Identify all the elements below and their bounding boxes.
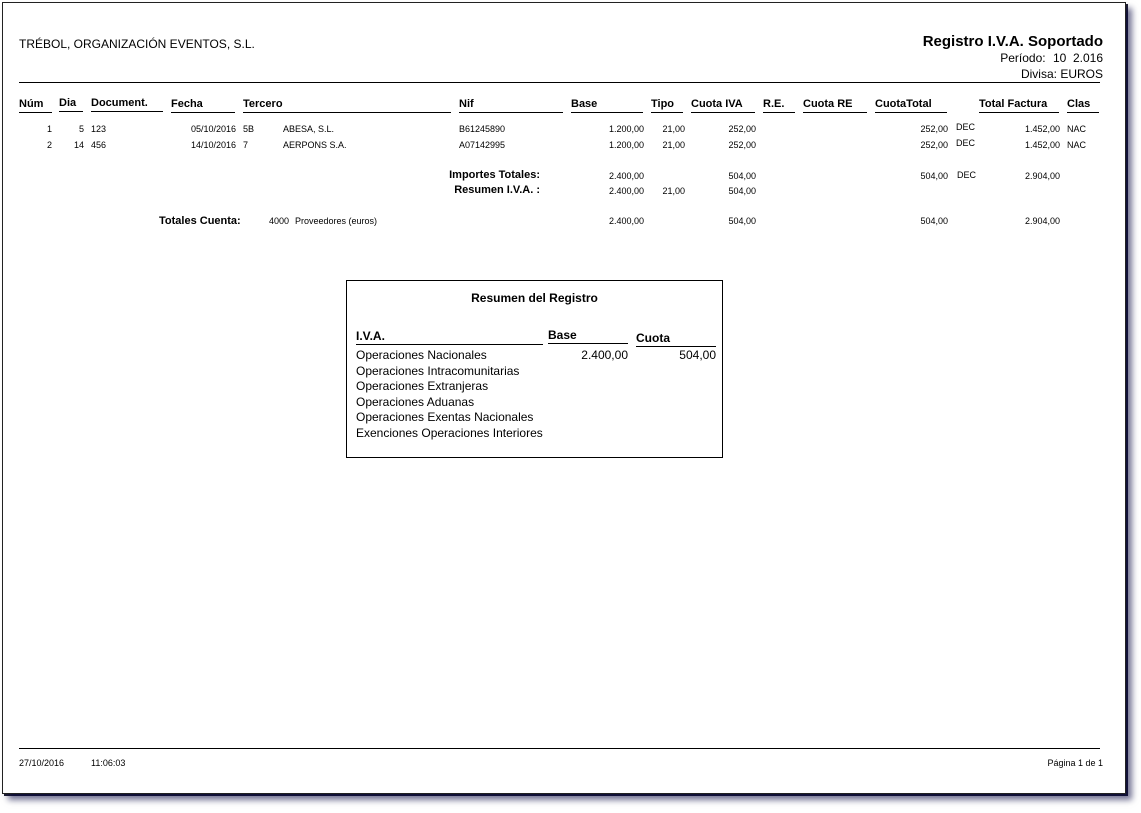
- col-num: Núm: [19, 98, 44, 110]
- summary-col-iva: I.V.A.: [356, 329, 385, 343]
- periodo: Período: 10 2.016: [1000, 51, 1103, 65]
- col-cuota-iva: Cuota IVA: [691, 98, 743, 110]
- col-document: Document.: [91, 97, 148, 109]
- divisa: Divisa: EUROS: [1021, 67, 1103, 81]
- summary-row-cuota: 504,00: [679, 348, 716, 362]
- cell-cod: 5B: [243, 124, 255, 134]
- col-nif: Nif: [459, 98, 474, 110]
- col-re: R.E.: [763, 98, 785, 110]
- summary-row-label: Operaciones Extranjeras: [356, 379, 489, 393]
- report-page: TRÉBOL, ORGANIZACIÓN EVENTOS, S.L. Regis…: [2, 2, 1126, 794]
- cell-base: 1.200,00: [608, 140, 644, 150]
- footer-time: 11:06:03: [91, 758, 126, 768]
- resumen-iva-cuota: 504,00: [728, 186, 756, 196]
- summary-row-label: Exenciones Operaciones Interiores: [356, 426, 543, 440]
- summary-row-base: 2.400,00: [581, 348, 628, 362]
- footer-page: Página 1 de 1: [1047, 758, 1103, 768]
- cell-dia: 5: [78, 124, 84, 134]
- importes-cuota-total: 504,00: [920, 171, 948, 181]
- col-cuota-total: CuotaTotal: [875, 98, 932, 110]
- summary-row-label: Operaciones Exentas Nacionales: [356, 410, 534, 424]
- totales-cuenta-label: Totales Cuenta:: [159, 215, 241, 227]
- summary-col-cuota: Cuota: [636, 331, 670, 345]
- importes-totales-label: Importes Totales:: [449, 169, 540, 181]
- summary-col-base: Base: [548, 328, 577, 342]
- col-tipo: Tipo: [651, 98, 675, 110]
- cell-total-factura: 1.452,00: [1024, 140, 1060, 150]
- col-tercero: Tercero: [243, 98, 283, 110]
- cell-clas: NAC: [1067, 124, 1087, 134]
- summary-box: Resumen del Registro I.V.A. Base Cuota O…: [346, 280, 723, 458]
- col-clas: Clas: [1067, 98, 1091, 110]
- cell-nif: A07142995: [459, 140, 506, 150]
- cell-dec: DEC: [956, 138, 976, 148]
- footer-date: 27/10/2016: [19, 758, 65, 768]
- cell-tipo: 21,00: [662, 124, 685, 134]
- totales-cuenta-descripcion: Proveedores (euros): [295, 216, 378, 226]
- totales-cuenta-base: 2.400,00: [608, 216, 644, 226]
- summary-title: Resumen del Registro: [471, 291, 598, 305]
- importes-dec: DEC: [957, 170, 977, 180]
- cell-dec: DEC: [956, 122, 976, 132]
- totales-cuenta-total-factura: 2.904,00: [1024, 216, 1060, 226]
- cell-doc: 123: [91, 124, 107, 134]
- importes-cuota-iva: 504,00: [728, 171, 756, 181]
- col-total-factura: Total Factura: [979, 98, 1048, 110]
- divisa-value: EUROS: [1060, 67, 1103, 81]
- cell-fecha: 05/10/2016: [190, 124, 236, 134]
- cell-base: 1.200,00: [608, 124, 644, 134]
- importes-total-factura: 2.904,00: [1024, 171, 1060, 181]
- cell-tercero: AERPONS S.A.: [283, 140, 347, 150]
- cell-tercero: ABESA, S.L.: [283, 124, 335, 134]
- periodo-label: Período:: [1000, 51, 1046, 65]
- cell-cuota-iva: 252,00: [728, 124, 756, 134]
- cell-nif: B61245890: [459, 124, 506, 134]
- footer-rule: [19, 748, 1100, 749]
- cell-cuota-total: 252,00: [920, 124, 948, 134]
- periodo-value: 10 2.016: [1052, 51, 1103, 65]
- cell-dia: 14: [73, 140, 84, 150]
- cell-cod: 7: [243, 140, 249, 150]
- divisa-label: Divisa:: [1020, 67, 1057, 81]
- header-rule: [19, 82, 1100, 83]
- report-title: Registro I.V.A. Soportado: [922, 33, 1103, 50]
- totales-cuenta-cuota-iva: 504,00: [728, 216, 756, 226]
- cell-tipo: 21,00: [662, 140, 685, 150]
- totales-cuenta-code: 4000: [269, 216, 290, 226]
- resumen-iva-tipo: 21,00: [662, 186, 685, 196]
- col-base: Base: [571, 98, 598, 110]
- summary-row-label: Operaciones Intracomunitarias: [356, 364, 520, 378]
- summary-row-label: Operaciones Nacionales: [356, 348, 487, 362]
- cell-doc: 456: [91, 140, 107, 150]
- col-fecha: Fecha: [171, 98, 203, 110]
- totales-cuenta-cuota-total: 504,00: [920, 216, 948, 226]
- cell-total-factura: 1.452,00: [1024, 124, 1060, 134]
- cell-clas: NAC: [1067, 140, 1087, 150]
- cell-fecha: 14/10/2016: [190, 140, 236, 150]
- col-dia: Dia: [59, 97, 77, 109]
- resumen-iva-label: Resumen I.V.A. :: [454, 184, 540, 196]
- cell-num: 1: [46, 124, 52, 134]
- company-name: TRÉBOL, ORGANIZACIÓN EVENTOS, S.L.: [19, 37, 255, 51]
- summary-row-label: Operaciones Aduanas: [356, 395, 475, 409]
- cell-cuota-iva: 252,00: [728, 140, 756, 150]
- cell-num: 2: [46, 140, 52, 150]
- cell-cuota-total: 252,00: [920, 140, 948, 150]
- col-cuota-re: Cuota RE: [803, 98, 853, 110]
- resumen-iva-base: 2.400,00: [608, 186, 644, 196]
- importes-base: 2.400,00: [608, 171, 644, 181]
